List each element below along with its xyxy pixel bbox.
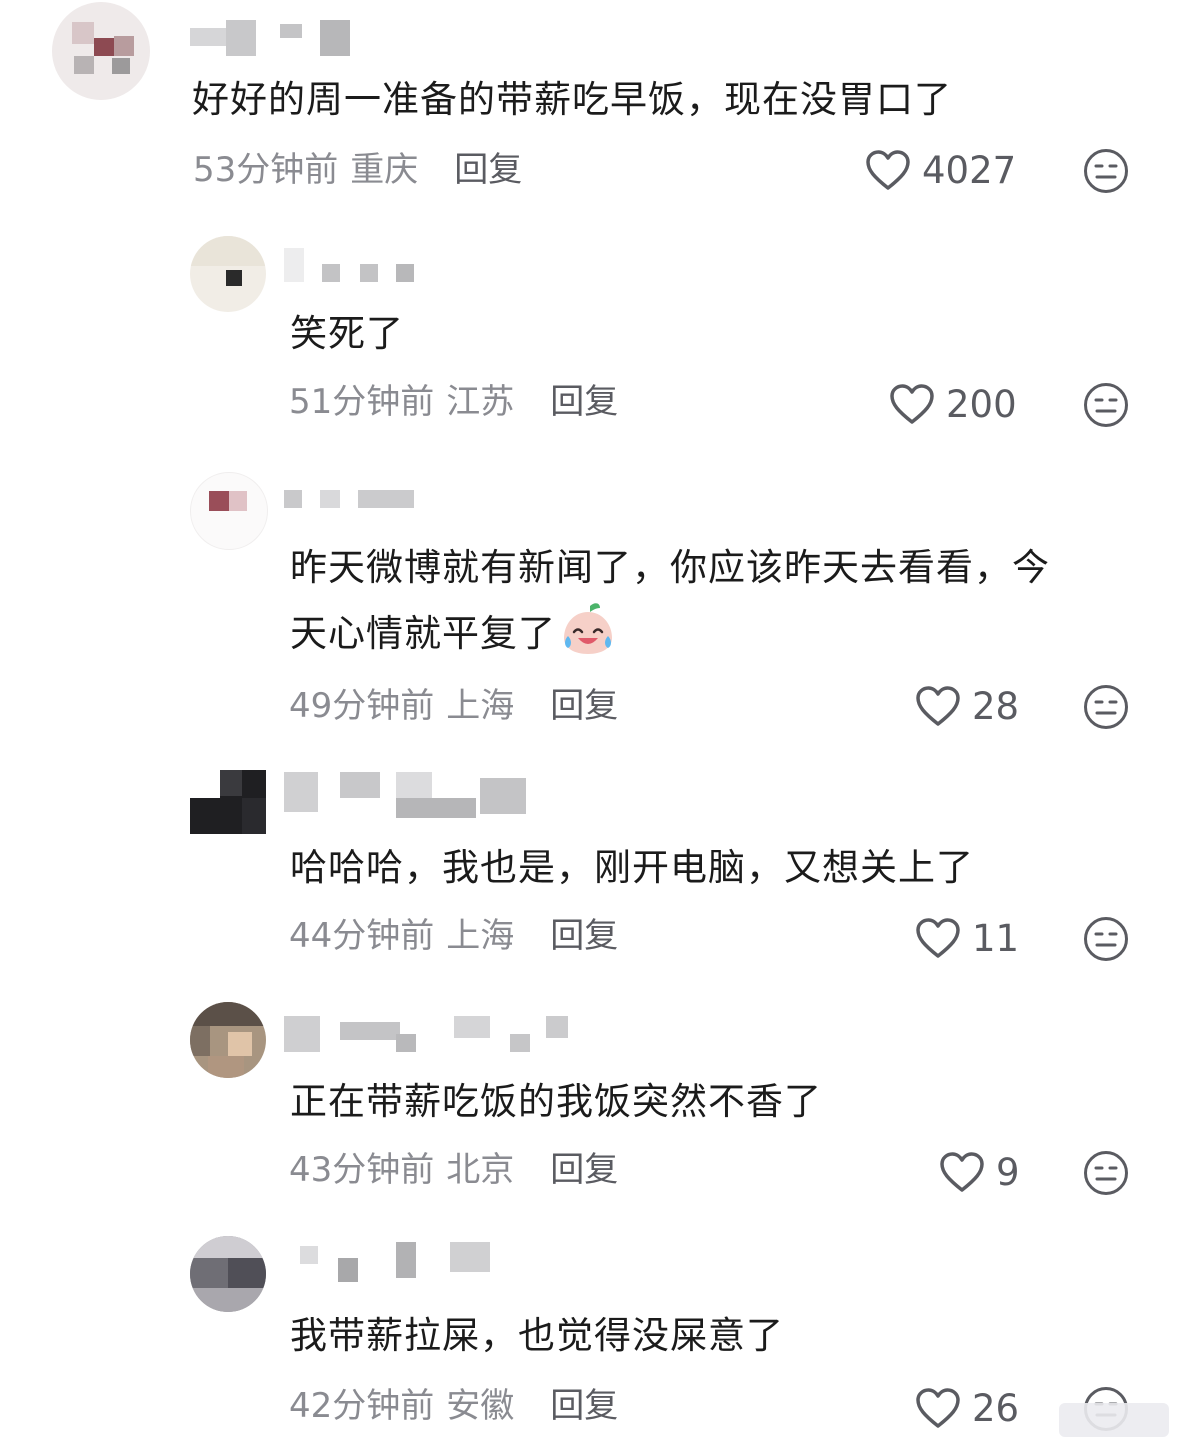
comment-item: 好好的周一准备的带薪吃早饭，现在没胃口了 53分钟前 重庆 回复 4027 (0, 0, 1179, 220)
comment-time: 51分钟前 (289, 382, 435, 422)
comment-text: 正在带薪吃饭的我饭突然不香了 (290, 1080, 822, 1123)
heart-icon (940, 1152, 984, 1192)
reply-comment-item: 我带薪拉屎，也觉得没屎意了 42分钟前 安徽 回复 26 (0, 1232, 1179, 1445)
reply-button[interactable]: 回复 (550, 1150, 618, 1190)
comment-text: 哈哈哈，我也是，刚开电脑，又想关上了 (290, 846, 974, 889)
comment-location: 上海 (446, 686, 515, 726)
comment-text-line: 昨天微博就有新闻了，你应该昨天去看看，今 (290, 546, 1050, 589)
comment-location: 重庆 (350, 150, 419, 190)
reply-button[interactable]: 回复 (550, 382, 618, 422)
dislike-icon[interactable] (1083, 684, 1129, 730)
username-redacted[interactable] (284, 486, 424, 526)
username-redacted[interactable] (190, 20, 360, 60)
reply-comment-item: 正在带薪吃饭的我饭突然不香了 43分钟前 北京 回复 9 (0, 998, 1179, 1218)
like-button[interactable]: 26 (914, 1386, 1019, 1430)
like-count: 28 (972, 684, 1020, 728)
heart-icon (916, 1388, 960, 1428)
comment-meta: 42分钟前 安徽 回复 (289, 1386, 618, 1426)
crying-laughing-emoji-icon (564, 603, 612, 654)
reply-comment-item: 笑死了 51分钟前 江苏 回复 200 (0, 230, 1179, 450)
comment-meta: 53分钟前 重庆 回复 (193, 150, 522, 190)
avatar[interactable] (190, 472, 268, 550)
watermark (1059, 1403, 1169, 1437)
like-count: 11 (972, 916, 1020, 960)
comment-text: 我带薪拉屎，也觉得没屎意了 (290, 1314, 784, 1357)
dislike-icon[interactable] (1083, 1150, 1129, 1196)
comment-text: 昨天微博就有新闻了，你应该昨天去看看，今 天心情就平复了 (290, 536, 1150, 666)
like-button[interactable]: 200 (888, 382, 1017, 426)
heart-icon (916, 686, 960, 726)
comment-text-line: 天心情就平复了 (290, 612, 556, 655)
like-count: 26 (972, 1386, 1020, 1430)
like-count: 4027 (922, 148, 1017, 192)
comment-meta: 44分钟前 上海 回复 (289, 916, 618, 956)
username-redacted[interactable] (300, 1242, 500, 1286)
reply-button[interactable]: 回复 (550, 1386, 618, 1426)
username-redacted[interactable] (284, 248, 444, 288)
comment-location: 北京 (446, 1150, 515, 1190)
comment-meta: 43分钟前 北京 回复 (289, 1150, 618, 1190)
reply-comment-item: 昨天微博就有新闻了，你应该昨天去看看，今 天心情就平复了 49分钟前 上海 回复 2… (0, 468, 1179, 748)
username-redacted[interactable] (284, 772, 544, 822)
comment-time: 42分钟前 (289, 1386, 435, 1426)
comment-location: 安徽 (446, 1386, 515, 1426)
comment-text: 笑死了 (290, 312, 404, 355)
reply-button[interactable]: 回复 (550, 916, 618, 956)
like-count: 200 (946, 382, 1017, 426)
username-redacted[interactable] (284, 1016, 574, 1056)
reply-button[interactable]: 回复 (550, 686, 618, 726)
like-button[interactable]: 11 (914, 916, 1019, 960)
reply-comment-item: 哈哈哈，我也是，刚开电脑，又想关上了 44分钟前 上海 回复 11 (0, 764, 1179, 984)
dislike-icon[interactable] (1083, 382, 1129, 428)
heart-icon (916, 918, 960, 958)
comment-location: 江苏 (446, 382, 515, 422)
comment-time: 43分钟前 (289, 1150, 435, 1190)
dislike-icon[interactable] (1083, 916, 1129, 962)
like-button[interactable]: 9 (938, 1150, 1020, 1194)
reply-button[interactable]: 回复 (454, 150, 522, 190)
avatar[interactable] (190, 236, 266, 312)
avatar[interactable] (190, 770, 266, 834)
like-count: 9 (996, 1150, 1020, 1194)
like-button[interactable]: 28 (914, 684, 1019, 728)
like-button[interactable]: 4027 (864, 148, 1016, 192)
heart-icon (866, 150, 910, 190)
avatar[interactable] (190, 1236, 266, 1312)
comment-text: 好好的周一准备的带薪吃早饭，现在没胃口了 (192, 78, 952, 121)
comment-meta: 51分钟前 江苏 回复 (289, 382, 618, 422)
comment-time: 53分钟前 (193, 150, 339, 190)
comment-time: 44分钟前 (289, 916, 435, 956)
comment-meta: 49分钟前 上海 回复 (289, 686, 618, 726)
comment-time: 49分钟前 (289, 686, 435, 726)
avatar[interactable] (190, 1002, 266, 1078)
comment-text-line-with-emoji: 天心情就平复了 (290, 600, 1150, 666)
avatar[interactable] (52, 2, 150, 100)
heart-icon (890, 384, 934, 424)
comment-location: 上海 (446, 916, 515, 956)
dislike-icon[interactable] (1083, 148, 1129, 194)
